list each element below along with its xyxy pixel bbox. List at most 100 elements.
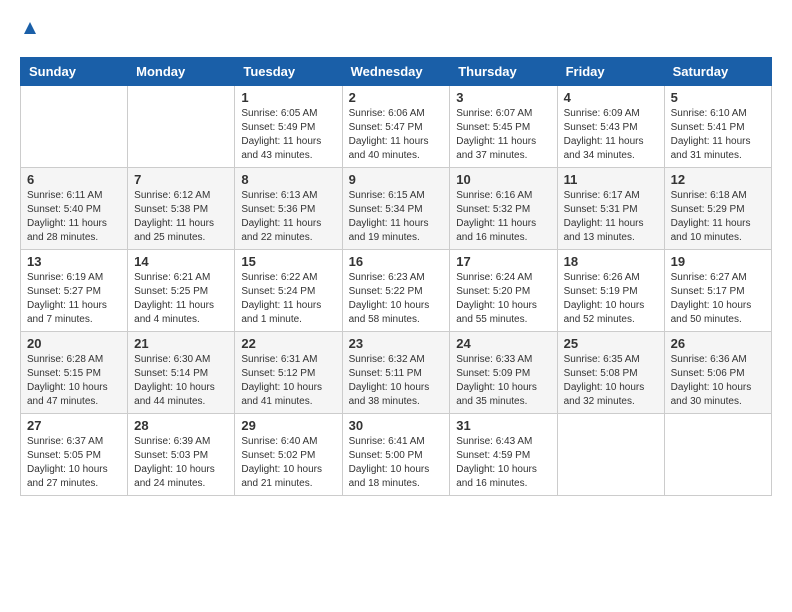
day-info: Sunrise: 6:37 AM Sunset: 5:05 PM Dayligh… xyxy=(27,435,121,491)
day-number: 15 xyxy=(241,254,335,269)
calendar-day-header: Monday xyxy=(128,58,235,86)
day-info: Sunrise: 6:18 AM Sunset: 5:29 PM Dayligh… xyxy=(671,189,765,245)
calendar-cell: 9 Sunrise: 6:15 AM Sunset: 5:34 PM Daylig… xyxy=(342,168,450,250)
calendar-cell xyxy=(557,414,664,496)
day-info: Sunrise: 6:35 AM Sunset: 5:08 PM Dayligh… xyxy=(564,353,658,409)
calendar-cell: 8 Sunrise: 6:13 AM Sunset: 5:36 PM Daylig… xyxy=(235,168,342,250)
day-number: 9 xyxy=(349,172,444,187)
calendar-cell: 15 Sunrise: 6:22 AM Sunset: 5:24 PM Dayli… xyxy=(235,250,342,332)
day-info: Sunrise: 6:12 AM Sunset: 5:38 PM Dayligh… xyxy=(134,189,228,245)
calendar-week-row: 20 Sunrise: 6:28 AM Sunset: 5:15 PM Dayli… xyxy=(21,332,772,414)
day-info: Sunrise: 6:32 AM Sunset: 5:11 PM Dayligh… xyxy=(349,353,444,409)
day-number: 1 xyxy=(241,90,335,105)
calendar-cell: 31Sunrise: 6:43 AM Sunset: 4:59 PM Dayli… xyxy=(450,414,557,496)
day-info: Sunrise: 6:30 AM Sunset: 5:14 PM Dayligh… xyxy=(134,353,228,409)
calendar-cell: 28 Sunrise: 6:39 AM Sunset: 5:03 PM Dayli… xyxy=(128,414,235,496)
day-number: 20 xyxy=(27,336,121,351)
day-number: 23 xyxy=(349,336,444,351)
calendar-week-row: 13 Sunrise: 6:19 AM Sunset: 5:27 PM Dayli… xyxy=(21,250,772,332)
day-info: Sunrise: 6:15 AM Sunset: 5:34 PM Dayligh… xyxy=(349,189,444,245)
calendar-week-row: 27 Sunrise: 6:37 AM Sunset: 5:05 PM Dayli… xyxy=(21,414,772,496)
calendar-table: SundayMondayTuesdayWednesdayThursdayFrid… xyxy=(20,57,772,496)
calendar-cell: 27 Sunrise: 6:37 AM Sunset: 5:05 PM Dayli… xyxy=(21,414,128,496)
calendar-day-header: Friday xyxy=(557,58,664,86)
day-number: 10 xyxy=(456,172,550,187)
day-info: Sunrise: 6:24 AM Sunset: 5:20 PM Dayligh… xyxy=(456,271,550,327)
day-number: 27 xyxy=(27,418,121,433)
calendar-cell: 19Sunrise: 6:27 AM Sunset: 5:17 PM Dayli… xyxy=(664,250,771,332)
calendar-header-row: SundayMondayTuesdayWednesdayThursdayFrid… xyxy=(21,58,772,86)
day-info: Sunrise: 6:17 AM Sunset: 5:31 PM Dayligh… xyxy=(564,189,658,245)
day-number: 19 xyxy=(671,254,765,269)
calendar-cell: 3 Sunrise: 6:07 AM Sunset: 5:45 PM Daylig… xyxy=(450,86,557,168)
day-info: Sunrise: 6:19 AM Sunset: 5:27 PM Dayligh… xyxy=(27,271,121,327)
day-number: 6 xyxy=(27,172,121,187)
calendar-day-header: Wednesday xyxy=(342,58,450,86)
calendar-cell: 24 Sunrise: 6:33 AM Sunset: 5:09 PM Dayli… xyxy=(450,332,557,414)
day-info: Sunrise: 6:13 AM Sunset: 5:36 PM Dayligh… xyxy=(241,189,335,245)
calendar-cell: 16 Sunrise: 6:23 AM Sunset: 5:22 PM Dayli… xyxy=(342,250,450,332)
day-number: 28 xyxy=(134,418,228,433)
day-info: Sunrise: 6:22 AM Sunset: 5:24 PM Dayligh… xyxy=(241,271,335,327)
day-info: Sunrise: 6:10 AM Sunset: 5:41 PM Dayligh… xyxy=(671,107,765,163)
calendar-cell: 22Sunrise: 6:31 AM Sunset: 5:12 PM Dayli… xyxy=(235,332,342,414)
day-number: 29 xyxy=(241,418,335,433)
calendar-cell: 2 Sunrise: 6:06 AM Sunset: 5:47 PM Daylig… xyxy=(342,86,450,168)
calendar-cell: 6 Sunrise: 6:11 AM Sunset: 5:40 PM Daylig… xyxy=(21,168,128,250)
calendar-cell: 17 Sunrise: 6:24 AM Sunset: 5:20 PM Dayli… xyxy=(450,250,557,332)
day-info: Sunrise: 6:28 AM Sunset: 5:15 PM Dayligh… xyxy=(27,353,121,409)
day-number: 30 xyxy=(349,418,444,433)
day-info: Sunrise: 6:26 AM Sunset: 5:19 PM Dayligh… xyxy=(564,271,658,327)
day-number: 3 xyxy=(456,90,550,105)
day-number: 14 xyxy=(134,254,228,269)
calendar-cell xyxy=(128,86,235,168)
day-info: Sunrise: 6:16 AM Sunset: 5:32 PM Dayligh… xyxy=(456,189,550,245)
calendar-cell: 18 Sunrise: 6:26 AM Sunset: 5:19 PM Dayli… xyxy=(557,250,664,332)
page-header xyxy=(20,20,772,41)
day-number: 8 xyxy=(241,172,335,187)
day-info: Sunrise: 6:23 AM Sunset: 5:22 PM Dayligh… xyxy=(349,271,444,327)
day-info: Sunrise: 6:33 AM Sunset: 5:09 PM Dayligh… xyxy=(456,353,550,409)
day-number: 16 xyxy=(349,254,444,269)
calendar-cell: 30Sunrise: 6:41 AM Sunset: 5:00 PM Dayli… xyxy=(342,414,450,496)
day-info: Sunrise: 6:09 AM Sunset: 5:43 PM Dayligh… xyxy=(564,107,658,163)
calendar-cell: 11 Sunrise: 6:17 AM Sunset: 5:31 PM Dayli… xyxy=(557,168,664,250)
day-number: 2 xyxy=(349,90,444,105)
calendar-cell: 25Sunrise: 6:35 AM Sunset: 5:08 PM Dayli… xyxy=(557,332,664,414)
day-number: 26 xyxy=(671,336,765,351)
calendar-cell: 4Sunrise: 6:09 AM Sunset: 5:43 PM Daylig… xyxy=(557,86,664,168)
day-info: Sunrise: 6:07 AM Sunset: 5:45 PM Dayligh… xyxy=(456,107,550,163)
calendar-cell: 5 Sunrise: 6:10 AM Sunset: 5:41 PM Daylig… xyxy=(664,86,771,168)
day-number: 18 xyxy=(564,254,658,269)
day-info: Sunrise: 6:11 AM Sunset: 5:40 PM Dayligh… xyxy=(27,189,121,245)
day-number: 12 xyxy=(671,172,765,187)
calendar-day-header: Tuesday xyxy=(235,58,342,86)
calendar-cell: 7 Sunrise: 6:12 AM Sunset: 5:38 PM Daylig… xyxy=(128,168,235,250)
day-info: Sunrise: 6:06 AM Sunset: 5:47 PM Dayligh… xyxy=(349,107,444,163)
day-info: Sunrise: 6:05 AM Sunset: 5:49 PM Dayligh… xyxy=(241,107,335,163)
calendar-day-header: Sunday xyxy=(21,58,128,86)
logo-arrow-icon xyxy=(22,20,38,36)
day-number: 31 xyxy=(456,418,550,433)
day-info: Sunrise: 6:39 AM Sunset: 5:03 PM Dayligh… xyxy=(134,435,228,491)
calendar-cell: 29Sunrise: 6:40 AM Sunset: 5:02 PM Dayli… xyxy=(235,414,342,496)
day-number: 17 xyxy=(456,254,550,269)
calendar-day-header: Thursday xyxy=(450,58,557,86)
calendar-day-header: Saturday xyxy=(664,58,771,86)
calendar-cell: 14Sunrise: 6:21 AM Sunset: 5:25 PM Dayli… xyxy=(128,250,235,332)
day-number: 22 xyxy=(241,336,335,351)
day-number: 5 xyxy=(671,90,765,105)
day-info: Sunrise: 6:36 AM Sunset: 5:06 PM Dayligh… xyxy=(671,353,765,409)
calendar-cell: 21 Sunrise: 6:30 AM Sunset: 5:14 PM Dayli… xyxy=(128,332,235,414)
calendar-cell xyxy=(664,414,771,496)
day-number: 11 xyxy=(564,172,658,187)
calendar-cell: 23 Sunrise: 6:32 AM Sunset: 5:11 PM Dayli… xyxy=(342,332,450,414)
day-number: 7 xyxy=(134,172,228,187)
day-number: 21 xyxy=(134,336,228,351)
calendar-cell: 26 Sunrise: 6:36 AM Sunset: 5:06 PM Dayli… xyxy=(664,332,771,414)
calendar-week-row: 6 Sunrise: 6:11 AM Sunset: 5:40 PM Daylig… xyxy=(21,168,772,250)
day-number: 24 xyxy=(456,336,550,351)
day-number: 13 xyxy=(27,254,121,269)
calendar-cell xyxy=(21,86,128,168)
calendar-cell: 20 Sunrise: 6:28 AM Sunset: 5:15 PM Dayli… xyxy=(21,332,128,414)
